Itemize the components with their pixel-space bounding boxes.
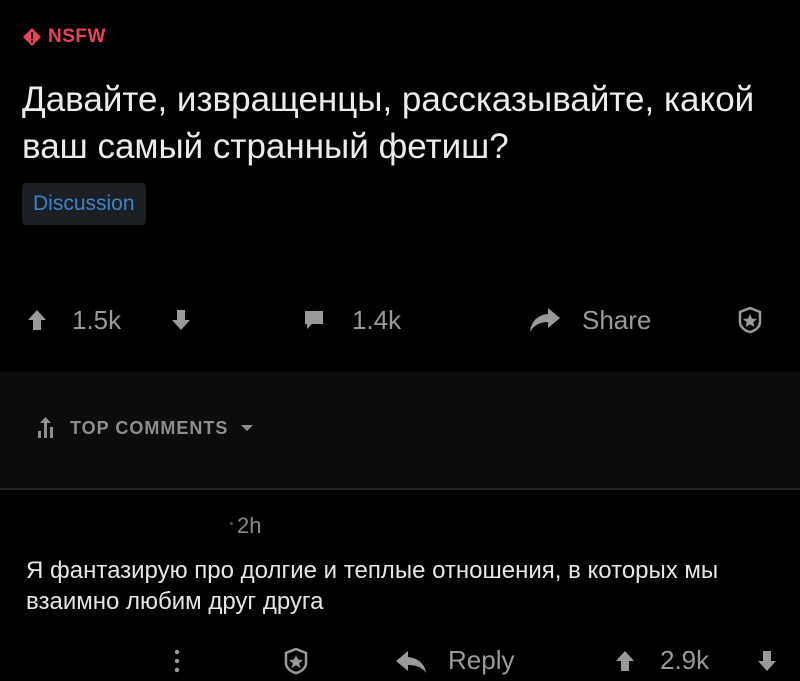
sort-label: TOP COMMENTS (70, 417, 229, 438)
comment-body: Я фантазирую про долгие и теплые отношен… (26, 557, 719, 615)
share-label[interactable]: Share (582, 295, 651, 345)
downvote-arrow-icon (758, 650, 776, 671)
upvote-button[interactable] (26, 295, 48, 345)
reply-button[interactable]: Reply (394, 640, 514, 681)
comment-score: 2.9k (660, 645, 710, 675)
comment-upvote-button[interactable] (614, 640, 636, 681)
nsfw-warning-icon (23, 28, 41, 46)
comment-award-button[interactable] (282, 640, 310, 681)
comment-downvote-button[interactable] (756, 640, 778, 681)
reply-label: Reply (448, 645, 515, 675)
downvote-arrow-icon (172, 310, 190, 330)
comment-more-button[interactable] (172, 640, 182, 681)
more-vertical-icon (174, 649, 180, 672)
post-title[interactable]: Давайте, извращенцы, рассказывайте, како… (22, 76, 792, 170)
meta-separator (230, 522, 233, 525)
nsfw-label: NSFW (48, 26, 106, 47)
comment-count: 1.4k (352, 304, 402, 335)
share-arrow-icon (530, 308, 560, 332)
divider (0, 488, 800, 490)
comment-time: 2h (237, 513, 262, 538)
award-icon (738, 306, 762, 334)
chevron-down-icon (241, 425, 254, 431)
upvote-arrow-icon (616, 650, 634, 671)
award-icon (284, 647, 308, 674)
downvote-button[interactable] (170, 295, 192, 345)
top-sort-icon (38, 417, 53, 438)
award-button[interactable] (736, 295, 764, 345)
share-button[interactable] (528, 295, 562, 345)
nsfw-tag: NSFW (22, 26, 106, 48)
post-score: 1.5k (72, 304, 122, 335)
post-flair[interactable]: Discussion (22, 183, 146, 225)
flair-label: Discussion (33, 192, 135, 215)
post-actions-bar: 1.5k 1.4k Share (0, 295, 800, 345)
comment-bubble-icon (305, 311, 323, 329)
reply-arrow-icon (396, 650, 426, 673)
comments-button[interactable] (302, 295, 326, 345)
upvote-arrow-icon (28, 310, 46, 330)
sort-comments-dropdown[interactable]: TOP COMMENTS (36, 416, 254, 440)
